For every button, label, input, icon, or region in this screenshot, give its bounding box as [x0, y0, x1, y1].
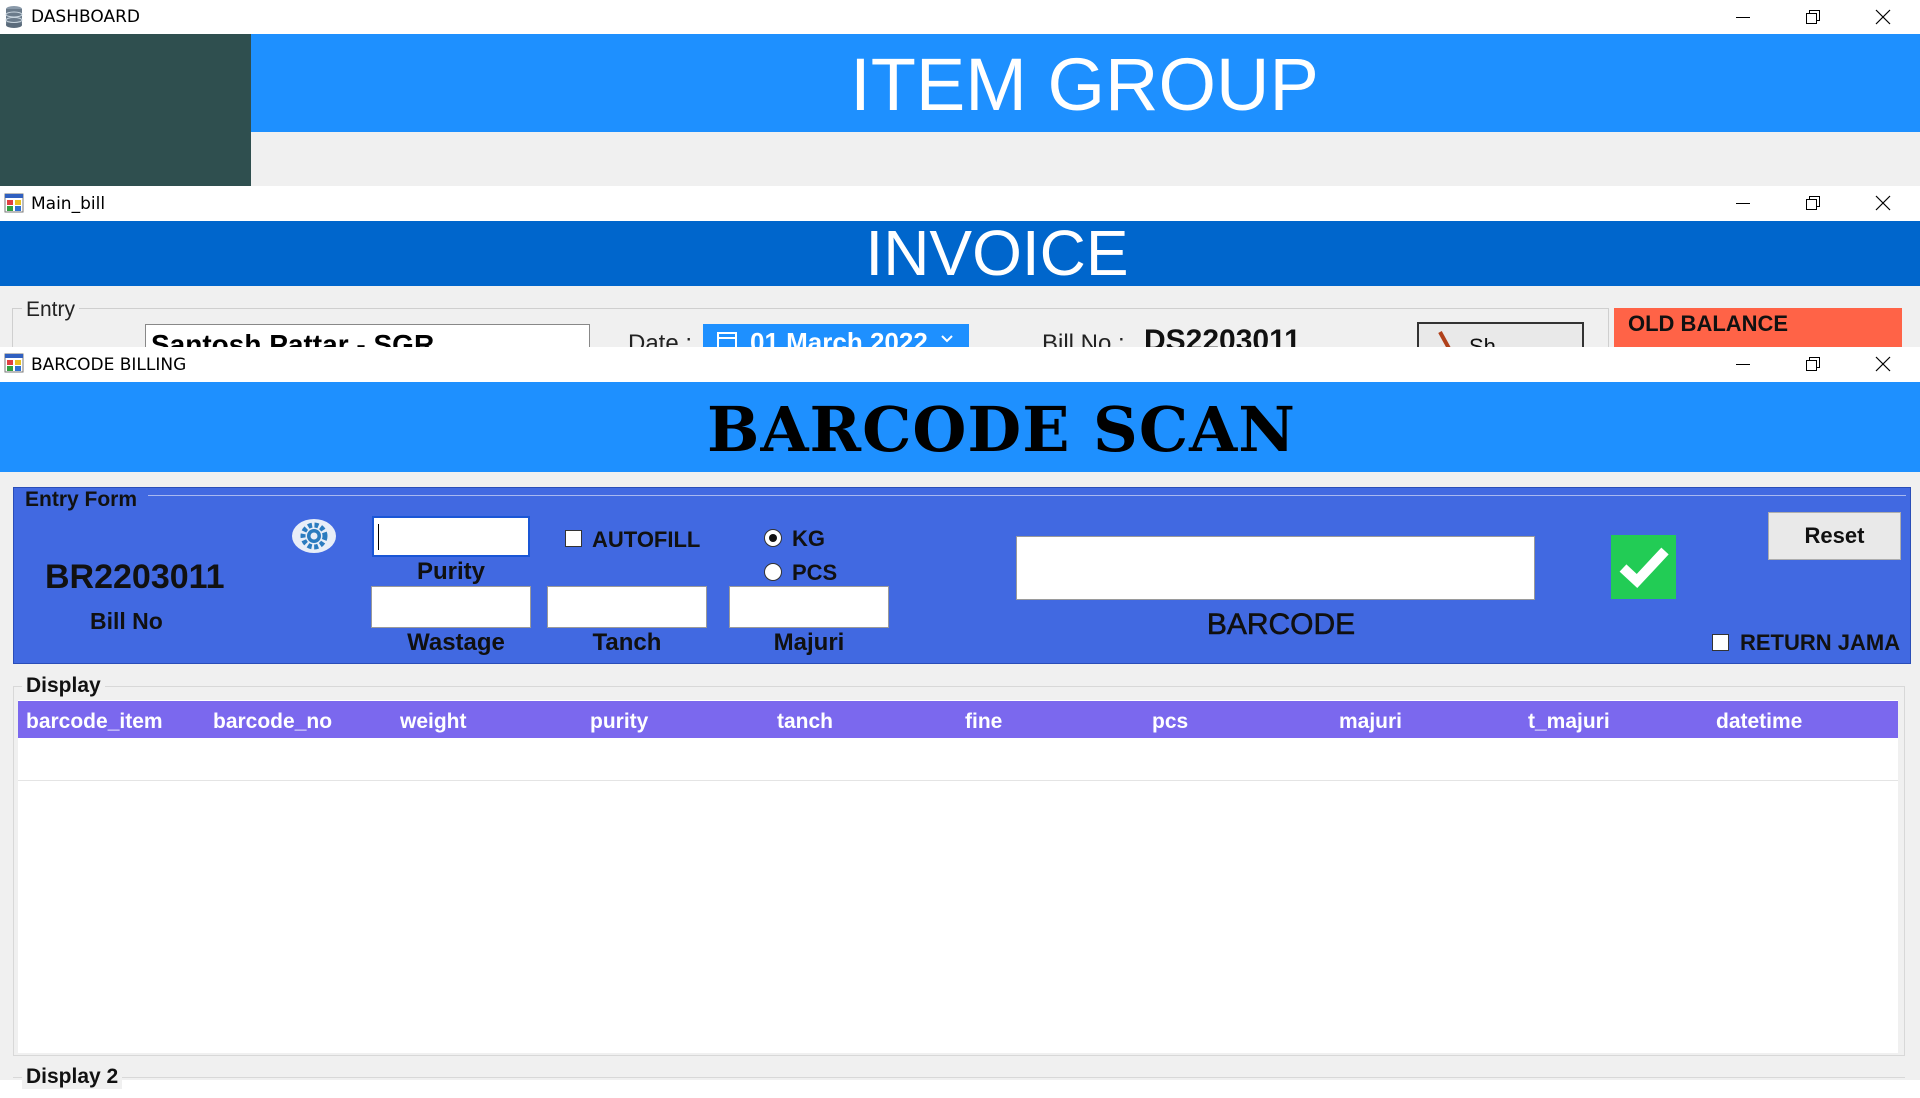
column-header-tanch[interactable]: tanch	[777, 710, 833, 734]
purity-input[interactable]	[372, 516, 530, 557]
pencil-icon	[1437, 330, 1457, 347]
minimize-icon	[1736, 203, 1750, 204]
barcode-restore-button[interactable]	[1778, 347, 1848, 381]
calendar-icon	[717, 330, 737, 347]
barcode-label: BARCODE	[1206, 608, 1356, 642]
main-bill-restore-button[interactable]	[1778, 186, 1848, 220]
date-picker-value: 01 March 2022	[750, 327, 928, 347]
display2-label: Display 2	[22, 1065, 123, 1089]
column-header-majuri[interactable]: majuri	[1339, 710, 1402, 734]
invoice-header-title: INVOICE	[865, 217, 1129, 289]
dashboard-restore-button[interactable]	[1778, 0, 1848, 34]
tanch-input[interactable]	[547, 586, 707, 628]
settings-icon	[292, 519, 336, 553]
reset-button[interactable]: Reset	[1768, 512, 1901, 560]
dashboard-content	[251, 132, 1920, 186]
date-label: Date :	[628, 330, 693, 347]
dashboard-close-button[interactable]	[1848, 0, 1918, 34]
reset-button-label: Reset	[1804, 523, 1865, 548]
main-bill-close-button[interactable]	[1848, 186, 1918, 220]
minimize-icon	[1736, 17, 1750, 18]
dashboard-sidebar	[0, 34, 251, 186]
invoice-body: Entry Santosh Pattar - SGR Date : 01 Mar…	[0, 286, 1920, 347]
main-bill-titlebar: Main_bill	[0, 186, 1920, 221]
return-jama-checkbox[interactable]	[1712, 634, 1729, 651]
return-jama-label: RETURN JAMA	[1740, 630, 1901, 655]
dashboard-window-title: DASHBOARD	[31, 7, 140, 27]
form-icon	[4, 193, 24, 218]
column-header-t-majuri[interactable]: t_majuri	[1528, 710, 1610, 734]
kg-radio[interactable]	[764, 529, 782, 547]
pcs-radio[interactable]	[764, 563, 782, 581]
close-icon	[1875, 195, 1891, 211]
minimize-icon	[1736, 364, 1750, 365]
majuri-input[interactable]	[729, 586, 889, 628]
restore-icon	[1806, 357, 1820, 371]
dashboard-header-title: ITEM GROUP	[850, 43, 1319, 126]
customer-combo[interactable]: Santosh Pattar - SGR	[145, 324, 590, 347]
display2-groupbox	[13, 1077, 1905, 1098]
main-bill-window-title: Main_bill	[31, 194, 106, 214]
autofill-checkbox[interactable]	[565, 530, 582, 547]
main-bill-minimize-button[interactable]	[1708, 186, 1778, 220]
barcode-titlebar: BARCODE BILLING	[0, 347, 1920, 382]
bill-number-value: BR2203011	[45, 558, 225, 596]
bill-number-label: Bill No	[90, 608, 163, 634]
column-header-pcs[interactable]: pcs	[1152, 710, 1188, 734]
wastage-input[interactable]	[371, 586, 531, 628]
partial-action-button[interactable]: Sh	[1417, 322, 1584, 347]
column-header-barcode-item[interactable]: barcode_item	[26, 710, 163, 734]
date-picker[interactable]: 01 March 2022	[703, 324, 969, 347]
column-header-purity[interactable]: purity	[590, 710, 648, 734]
barcode-minimize-button[interactable]	[1708, 347, 1778, 381]
bill-no-label: Bill No :	[1042, 330, 1125, 347]
purity-label: Purity	[416, 558, 485, 585]
restore-icon	[1806, 196, 1820, 210]
old-balance-label: OLD BALANCE	[1628, 311, 1789, 336]
settings-button[interactable]	[291, 518, 337, 554]
old-balance-panel: OLD BALANCE	[1614, 308, 1902, 347]
kg-radio-label: KG	[792, 526, 825, 551]
dashboard-titlebar: DASHBOARD	[0, 0, 1920, 34]
database-icon	[5, 5, 23, 34]
display-label: Display	[22, 674, 105, 698]
pcs-radio-label: PCS	[792, 560, 838, 585]
display-grid[interactable]	[18, 700, 1898, 1053]
bill-no-value: DS2203011	[1144, 324, 1301, 347]
entry-group-label: Entry	[22, 298, 80, 322]
close-icon	[1875, 9, 1891, 25]
checkmark-icon	[1619, 547, 1669, 589]
tanch-label: Tanch	[592, 629, 662, 656]
confirm-button[interactable]	[1611, 535, 1676, 599]
column-header-fine[interactable]: fine	[965, 710, 1002, 734]
dashboard-minimize-button[interactable]	[1708, 0, 1778, 34]
barcode-close-button[interactable]	[1848, 347, 1918, 381]
barcode-header-title: BARCODE SCAN	[707, 393, 1296, 466]
chevron-down-icon	[939, 330, 955, 347]
close-icon	[1875, 356, 1891, 372]
restore-icon	[1806, 10, 1820, 24]
barcode-input[interactable]	[1016, 536, 1535, 600]
column-header-barcode-no[interactable]: barcode_no	[213, 710, 332, 734]
wastage-label: Wastage	[407, 629, 505, 656]
customer-combo-value: Santosh Pattar - SGR	[151, 329, 435, 347]
entry-form-label: Entry Form	[25, 488, 138, 511]
majuri-label: Majuri	[773, 629, 845, 656]
column-header-weight[interactable]: weight	[400, 710, 467, 734]
partial-action-label: Sh	[1469, 334, 1496, 347]
grid-empty-row	[18, 738, 1898, 781]
barcode-window-title: BARCODE BILLING	[31, 355, 187, 375]
autofill-label: AUTOFILL	[592, 527, 701, 552]
entry-form-line	[148, 495, 1906, 496]
form-icon	[4, 353, 24, 378]
column-header-datetime[interactable]: datetime	[1716, 710, 1802, 734]
